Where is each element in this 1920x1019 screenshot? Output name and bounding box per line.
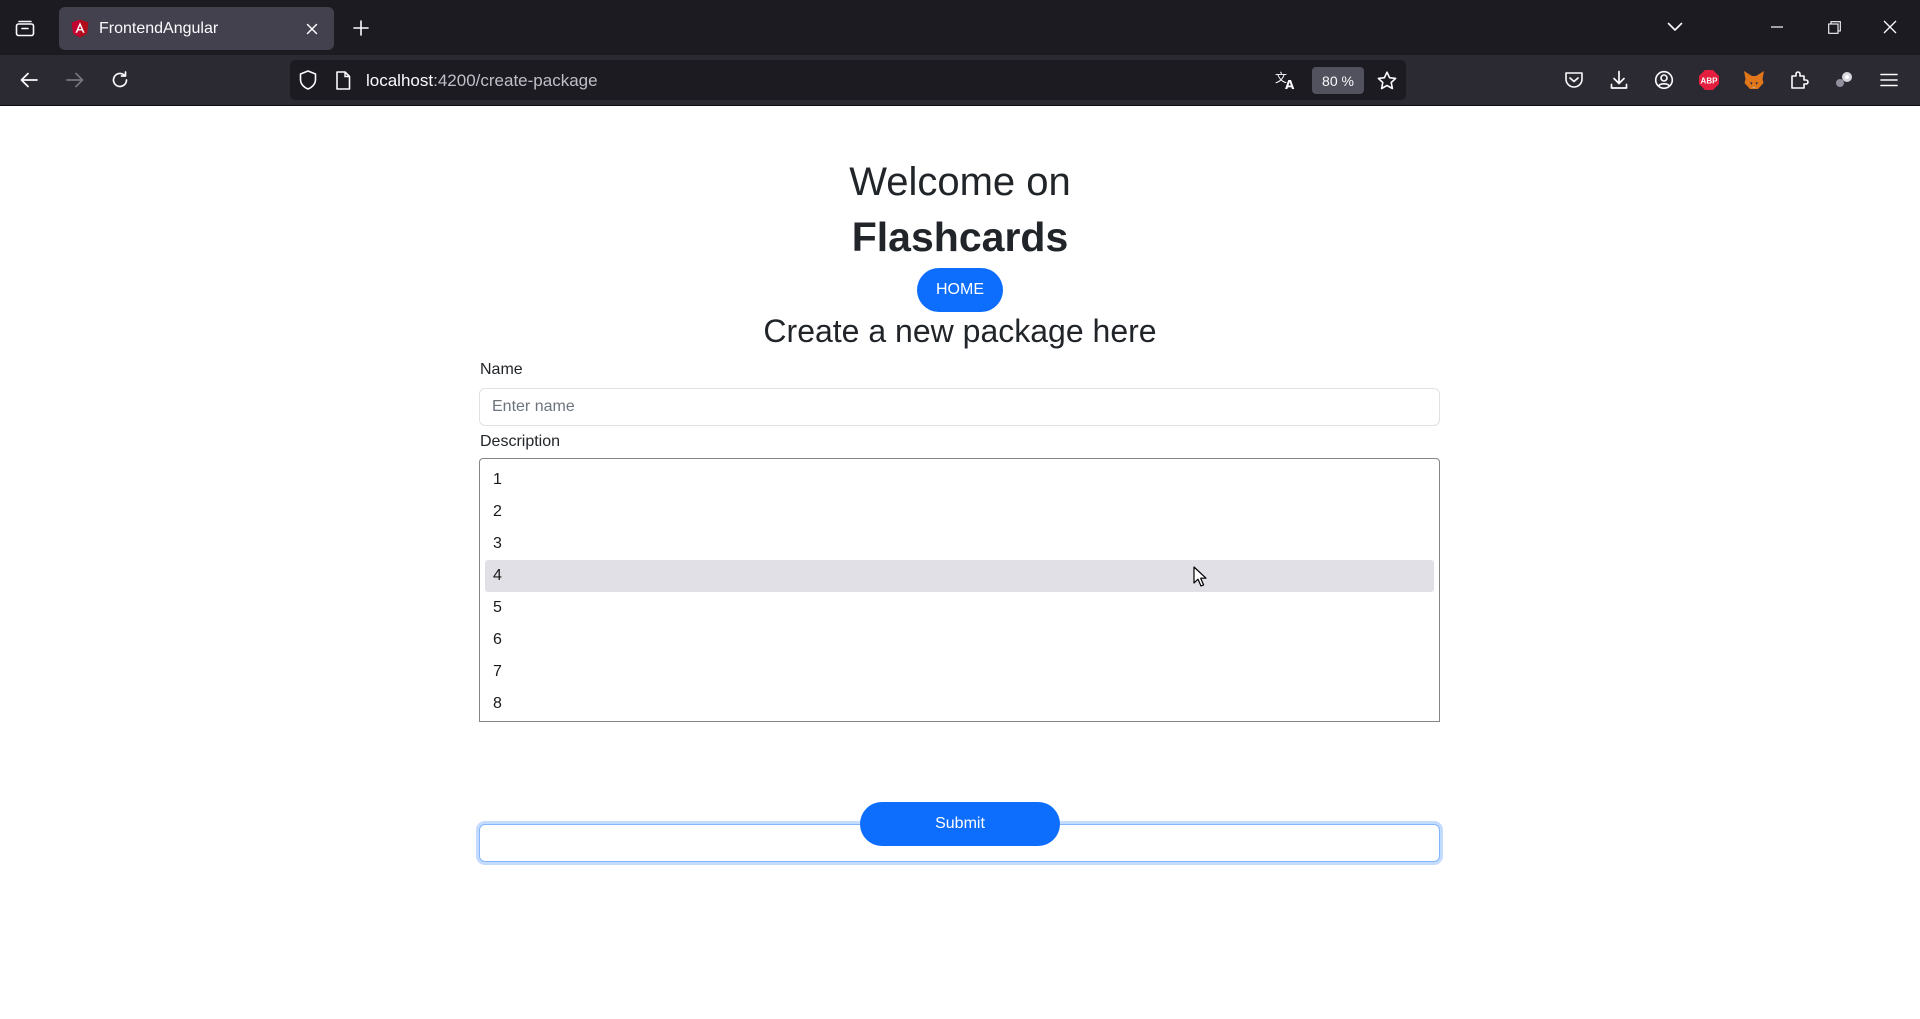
submit-button[interactable]: Submit [860,802,1060,846]
arrow-right-icon[interactable] [58,63,92,97]
dropdown-option[interactable]: 3 [485,528,1434,560]
abp-icon[interactable]: ABP [1692,63,1726,97]
reload-icon[interactable] [103,63,137,97]
puzzle-icon[interactable] [1782,63,1816,97]
dropdown-option[interactable]: 2 [485,496,1434,528]
tab-overview-icon[interactable] [10,14,40,41]
angular-icon [70,19,90,39]
page-subtitle: Create a new package here [763,313,1157,349]
dropdown-option[interactable]: 1 [485,464,1434,496]
name-label: Name [480,361,523,378]
arrow-left-icon[interactable] [12,63,46,97]
hamburger-icon[interactable] [1872,63,1906,97]
minimize-icon[interactable] [1759,10,1795,44]
autocomplete-dropdown: 1 2 3 4 5 6 7 8 [479,458,1440,722]
dropdown-option[interactable]: 7 [485,656,1434,688]
abp-label: ABP [1701,76,1719,85]
restore-icon[interactable] [1816,10,1852,44]
close-icon[interactable] [298,15,326,43]
url-path: :4200/create-package [433,71,598,90]
pocket-icon[interactable] [1557,63,1591,97]
dropdown-option[interactable]: 6 [485,624,1434,656]
brand-heading: Flashcards [851,214,1069,260]
chevron-down-icon[interactable] [1657,10,1693,44]
svg-text:A: A [1285,78,1295,90]
description-label: Description [480,433,561,450]
tab-title: FrontendAngular [99,19,219,37]
tab-strip: FrontendAngular [0,0,1920,55]
navigation-toolbar: localhost:4200/create-package 文A 80 % AB… [0,55,1920,106]
mouse-cursor-icon [1193,566,1207,587]
name-input[interactable] [479,388,1440,426]
plus-icon[interactable] [346,14,376,42]
home-button[interactable]: HOME [917,268,1003,312]
url-host: localhost [366,71,434,90]
star-icon[interactable] [1376,69,1398,91]
account-icon[interactable] [1647,63,1681,97]
url-text: localhost:4200/create-package [366,71,598,91]
page-icon[interactable] [332,69,354,91]
zoom-level-badge[interactable]: 80 % [1312,67,1364,94]
window-close-icon[interactable] [1872,10,1908,44]
dropdown-option-highlighted[interactable]: 4 [485,560,1434,592]
dropdown-option[interactable]: 8 [485,688,1434,720]
page-content: Welcome on Flashcards HOME Create a new … [0,106,1920,1019]
shield-icon[interactable] [297,69,319,91]
tab-frontendangular[interactable]: FrontendAngular [59,7,334,50]
dropdown-option[interactable]: 5 [485,592,1434,624]
download-icon[interactable] [1602,63,1636,97]
url-bar[interactable]: localhost:4200/create-package 文A 80 % [290,60,1406,100]
translate-icon[interactable]: 文A [1275,69,1297,91]
extension-icon[interactable] [1827,63,1861,97]
welcome-heading: Welcome on [849,160,1071,204]
fox-icon[interactable] [1737,63,1771,97]
